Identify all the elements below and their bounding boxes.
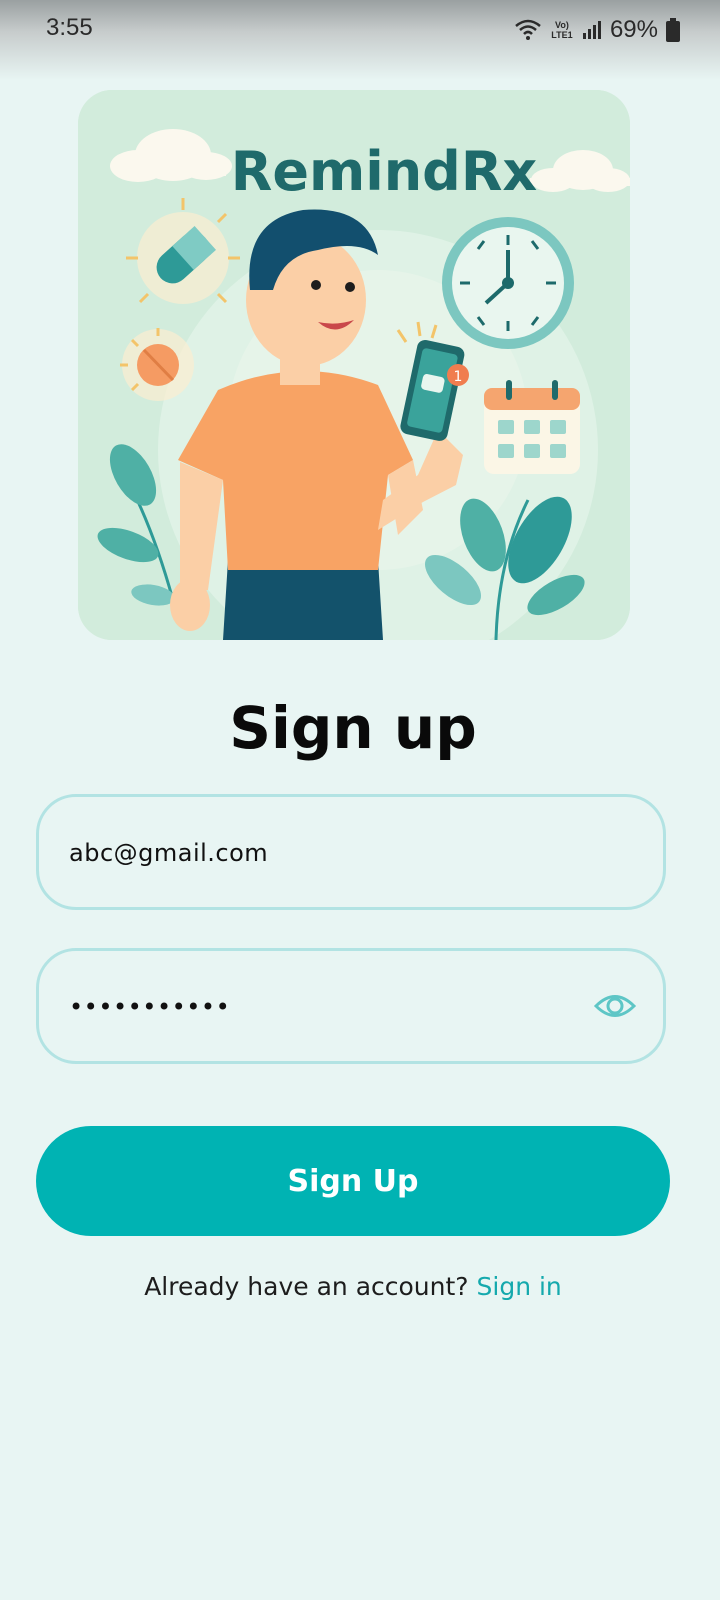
battery-icon [666, 18, 680, 42]
signin-prompt: Already have an account? Sign in [0, 1272, 706, 1301]
status-bar: 3:55 Vo) LTE1 69% [0, 0, 720, 80]
network-label: Vo) LTE1 [551, 20, 573, 40]
sign-up-button[interactable]: Sign Up [36, 1126, 670, 1236]
signal-icon [582, 21, 601, 39]
password-field[interactable] [36, 948, 666, 1064]
calendar-icon [484, 380, 580, 474]
email-field[interactable] [36, 794, 666, 910]
page-title: Sign up [229, 694, 477, 762]
battery-percent: 69% [609, 16, 658, 43]
eye-icon[interactable] [593, 989, 637, 1023]
sign-in-link[interactable]: Sign in [477, 1272, 562, 1301]
notification-badge: 1 [454, 369, 463, 385]
status-icons: Vo) LTE1 69% [514, 14, 680, 46]
clock-icon [442, 217, 574, 349]
password-input[interactable] [67, 951, 591, 1063]
email-input[interactable] [67, 797, 591, 909]
status-time: 3:55 [46, 14, 93, 41]
signin-prompt-text: Already have an account? [144, 1272, 469, 1301]
wifi-icon [515, 19, 541, 40]
brand-logo: RemindRx [230, 140, 538, 203]
hero-illustration: 1 RemindRx [78, 90, 630, 640]
